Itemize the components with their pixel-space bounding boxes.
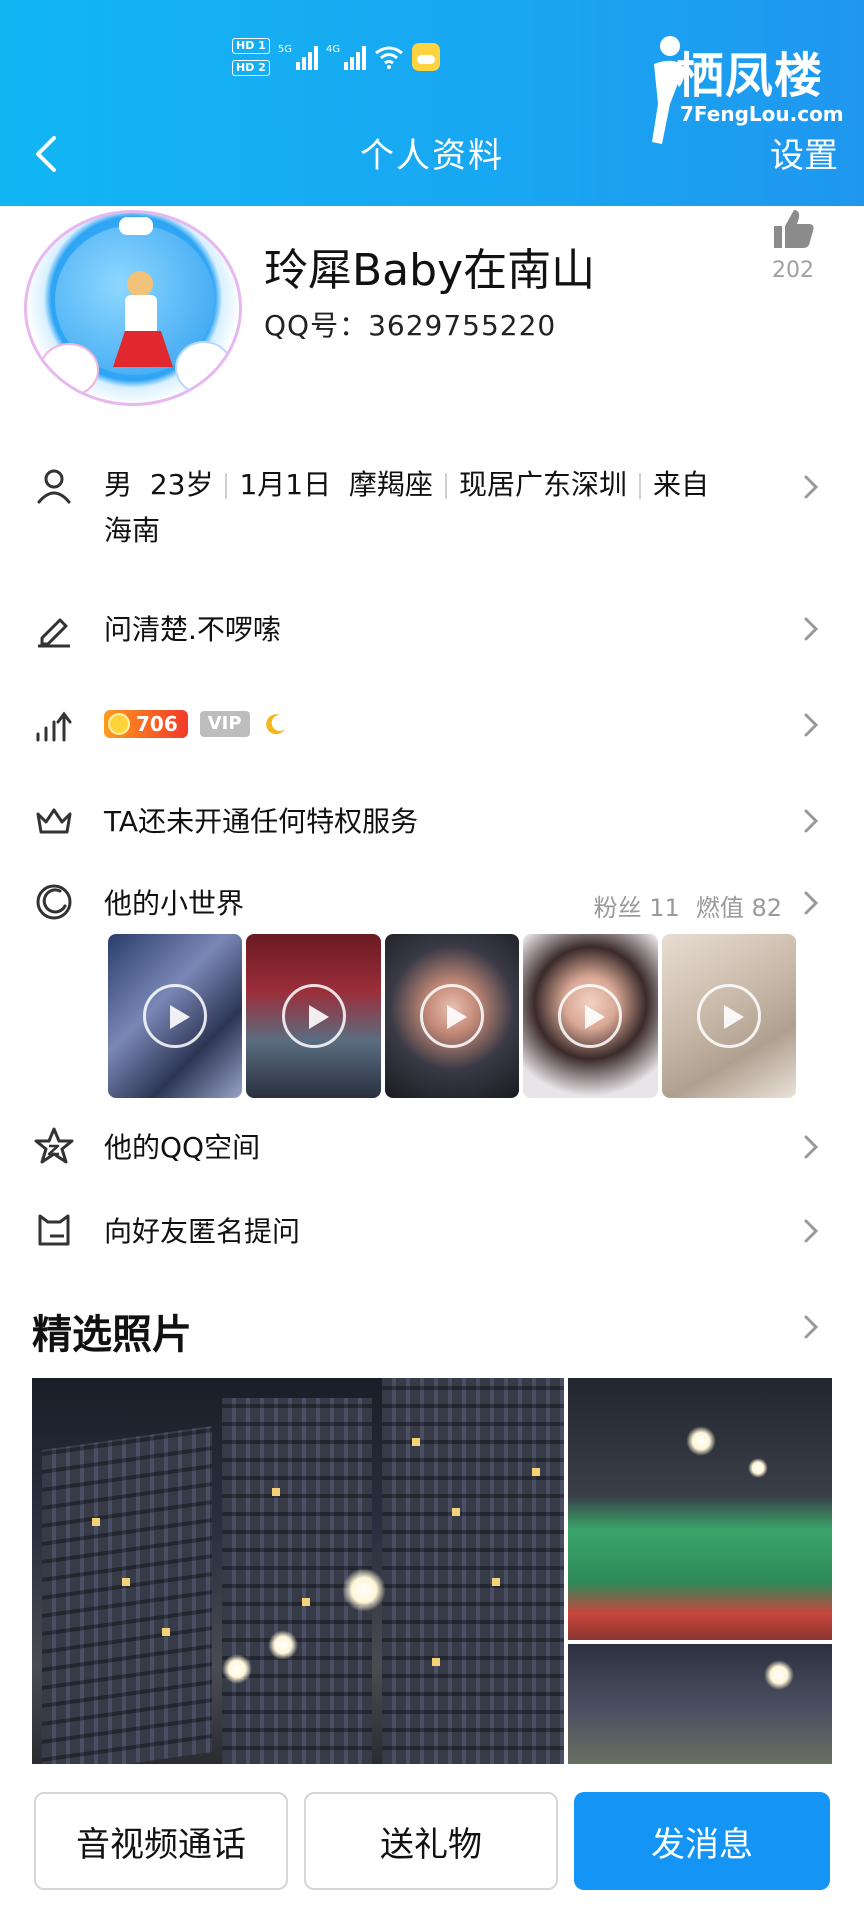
signal-4g-icon: 4G: [326, 44, 367, 70]
video-thumbnail[interactable]: [108, 934, 243, 1098]
chevron-right-icon: [804, 1135, 819, 1159]
small-world-row[interactable]: 他的小世界 粉丝 11 燃值 82: [0, 878, 864, 928]
video-thumbnail[interactable]: [384, 934, 520, 1098]
watermark-logo: 栖凤楼 7FengLou.com: [632, 30, 844, 144]
video-strip: [108, 934, 797, 1098]
hd2-badge: HD 2: [232, 60, 270, 76]
level-chart-icon: [36, 711, 72, 742]
nickname: 玲犀Baby在南山: [264, 245, 596, 296]
featured-photos-title[interactable]: 精选照片: [32, 1302, 192, 1360]
send-message-button[interactable]: 发消息: [574, 1792, 830, 1890]
settings-button[interactable]: 设置: [770, 128, 838, 177]
level-badge: 706: [104, 710, 188, 738]
avatar[interactable]: [24, 210, 242, 406]
gender: 男: [104, 468, 133, 501]
qq-number: QQ号：3629755220: [264, 309, 557, 342]
play-icon: [696, 984, 761, 1048]
privilege-text: TA还未开通任何特权服务: [104, 805, 419, 838]
fans-count: 粉丝 11: [593, 894, 680, 922]
video-thumbnail[interactable]: [246, 934, 381, 1098]
photo-thumbnail[interactable]: [568, 1378, 832, 1640]
watermark-chinese: 栖凤楼: [676, 48, 824, 104]
chevron-right-icon: [804, 713, 819, 737]
moon-icon: [265, 714, 285, 735]
chevron-right-icon: [804, 475, 819, 499]
hd1-badge: HD 1: [232, 38, 270, 54]
level-row[interactable]: 706 VIP: [0, 700, 864, 750]
send-gift-button[interactable]: 送礼物: [304, 1792, 558, 1890]
pencil-icon: [38, 618, 70, 648]
level-badges: 706 VIP: [104, 706, 288, 739]
chevron-right-icon: [804, 809, 819, 833]
signature-text: 问清楚.不啰嗦: [104, 613, 281, 646]
basic-info-text: 男 23岁 1月1日 摩羯座 现居广东深圳 来自海南: [104, 462, 794, 554]
sim-hd-badges: HD 1 HD 2: [232, 38, 270, 76]
play-icon: [143, 984, 208, 1048]
play-icon: [420, 984, 485, 1048]
small-world-stats: 粉丝 11 燃值 82: [594, 888, 782, 923]
sun-icon: [108, 713, 130, 735]
qzone-text: 他的QQ空间: [104, 1131, 261, 1164]
birthday: 1月1日: [239, 468, 332, 501]
heat-count: 燃值 82: [695, 894, 782, 922]
qzone-star-icon: [34, 1127, 74, 1164]
age: 23岁: [149, 468, 214, 501]
chevron-right-icon: [804, 617, 819, 641]
bottom-action-bar: 音视频通话 送礼物 发消息: [0, 1792, 864, 1892]
hometown-prefix: 来自: [652, 468, 709, 501]
signature-row[interactable]: 问清楚.不啰嗦: [0, 604, 864, 654]
featured-photos-grid: [32, 1378, 832, 1764]
status-bar: HD 1 HD 2 5G 4G: [232, 38, 441, 76]
play-icon: [558, 984, 623, 1048]
small-world-icon: [36, 884, 72, 920]
page-title: 个人资料: [360, 136, 504, 176]
signal-5g-icon: 5G: [278, 44, 318, 70]
av-call-button[interactable]: 音视频通话: [34, 1792, 288, 1890]
video-thumbnail[interactable]: [661, 934, 797, 1098]
video-thumbnail[interactable]: [523, 934, 658, 1098]
privilege-row[interactable]: TA还未开通任何特权服务: [0, 796, 864, 846]
photo-thumbnail[interactable]: [32, 1378, 564, 1764]
like-icon[interactable]: [770, 206, 816, 252]
user-icon: [37, 469, 71, 504]
wifi-icon: [375, 46, 403, 69]
crown-icon: [36, 808, 72, 834]
chevron-right-icon: [804, 891, 819, 915]
watermark-english: 7FengLou.com: [680, 102, 844, 126]
anonymous-question-text: 向好友匿名提问: [104, 1215, 301, 1248]
play-icon: [281, 984, 346, 1048]
vip-badge: VIP: [199, 711, 250, 737]
photo-thumbnail[interactable]: [568, 1644, 832, 1764]
chevron-right-icon: [804, 1219, 819, 1243]
qzone-row[interactable]: 他的QQ空间: [0, 1122, 864, 1172]
chevron-right-icon[interactable]: [800, 1312, 822, 1342]
small-world-title: 他的小世界: [104, 887, 245, 920]
anonymous-question-row[interactable]: 向好友匿名提问: [0, 1206, 864, 1256]
basic-info-row[interactable]: 男 23岁 1月1日 摩羯座 现居广东深圳 来自海南: [0, 462, 864, 562]
residence: 现居广东深圳: [458, 468, 627, 501]
like-count[interactable]: 202: [770, 258, 816, 283]
hometown: 海南: [104, 514, 161, 547]
weather-icon: [412, 43, 441, 71]
anonymous-question-icon: [38, 1214, 70, 1246]
zodiac: 摩羯座: [348, 468, 433, 501]
top-header: HD 1 HD 2 5G 4G 栖凤楼 7FengLou.com 个人资料 设置: [0, 0, 864, 206]
